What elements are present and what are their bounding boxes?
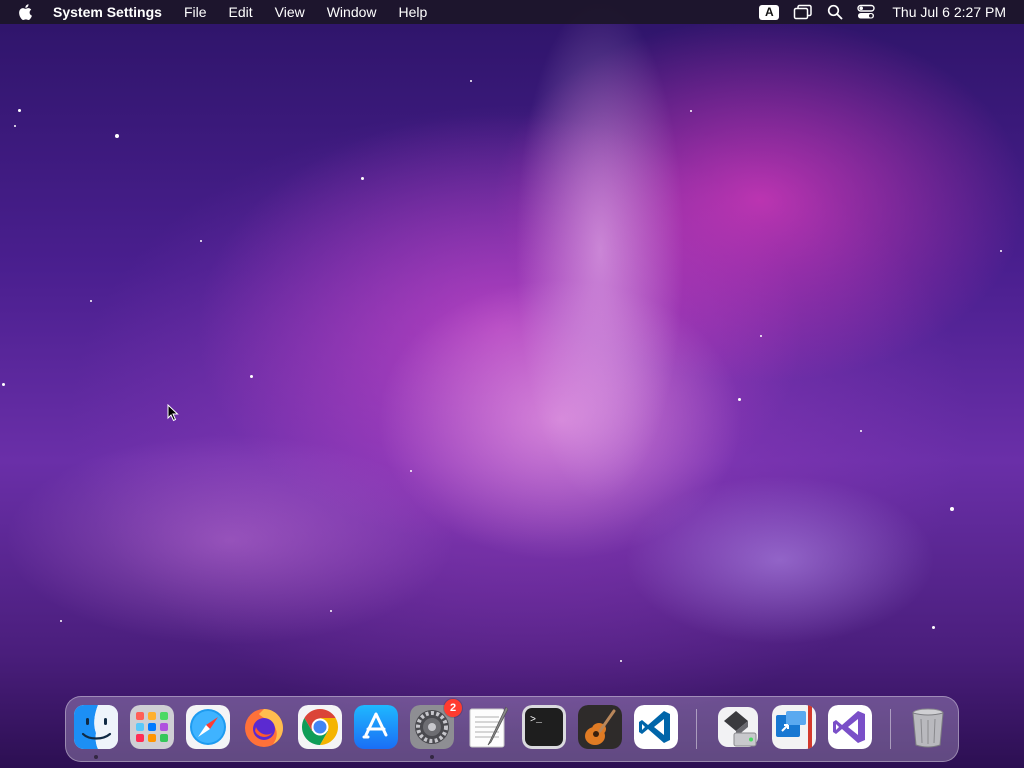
remote-desktop-icon <box>772 705 816 749</box>
svg-text:>_: >_ <box>530 715 543 726</box>
dock-item-textedit[interactable] <box>466 705 510 749</box>
dock: 2 >_ <box>65 696 959 762</box>
menu-bar: System Settings File Edit View Window He… <box>0 0 1024 24</box>
safari-icon <box>186 705 230 749</box>
terminal-icon: >_ <box>522 705 566 749</box>
dock-item-visual-studio[interactable] <box>828 705 872 749</box>
dock-item-chrome[interactable] <box>298 705 342 749</box>
firefox-icon <box>242 705 286 749</box>
dock-item-system-settings[interactable]: 2 <box>410 699 462 759</box>
status-area: A Thu Jul 6 2:27 PM <box>752 0 1024 24</box>
app-store-icon <box>354 705 398 749</box>
menu-app-name[interactable]: System Settings <box>42 0 173 24</box>
dock-item-remote-desktop[interactable] <box>772 705 816 749</box>
dock-separator <box>696 709 697 749</box>
menu-clock[interactable]: Thu Jul 6 2:27 PM <box>892 4 1006 20</box>
desktop-wallpaper <box>0 0 1024 768</box>
dock-item-finder[interactable] <box>74 705 118 759</box>
menu-edit[interactable]: Edit <box>218 0 264 24</box>
vscode-icon <box>634 705 678 749</box>
visual-studio-icon <box>828 705 872 749</box>
garageband-icon <box>578 705 622 749</box>
mouse-pointer-icon <box>167 403 179 427</box>
dock-item-garageband[interactable] <box>578 705 622 749</box>
textedit-icon <box>466 705 510 749</box>
control-center-icon[interactable] <box>857 0 876 24</box>
dock-item-firefox[interactable] <box>242 705 286 749</box>
menu-view[interactable]: View <box>264 0 316 24</box>
running-indicator <box>94 755 98 759</box>
dock-item-app-store[interactable] <box>354 705 398 749</box>
dock-item-safari[interactable] <box>186 705 230 749</box>
menu-window[interactable]: Window <box>316 0 388 24</box>
finder-icon <box>74 705 118 749</box>
apple-menu-icon[interactable] <box>0 4 42 20</box>
disk-utility-icon <box>716 705 760 749</box>
menu-file[interactable]: File <box>173 0 218 24</box>
running-indicator <box>430 755 434 759</box>
dock-item-launchpad[interactable] <box>130 705 174 749</box>
spotlight-search-icon[interactable] <box>827 0 843 24</box>
dock-separator <box>890 709 891 749</box>
dock-item-vscode[interactable] <box>634 705 678 749</box>
notification-badge: 2 <box>444 699 462 717</box>
input-source-menu[interactable]: A <box>759 0 780 24</box>
trash-icon <box>906 705 950 749</box>
menu-help[interactable]: Help <box>388 0 439 24</box>
dock-item-disk-utility[interactable] <box>716 705 760 749</box>
input-source-label: A <box>759 4 780 20</box>
window-switcher-icon[interactable] <box>793 0 813 24</box>
dock-item-terminal[interactable]: >_ <box>522 705 566 749</box>
chrome-icon <box>298 705 342 749</box>
launchpad-icon <box>130 705 174 749</box>
dock-item-trash[interactable] <box>906 705 950 749</box>
